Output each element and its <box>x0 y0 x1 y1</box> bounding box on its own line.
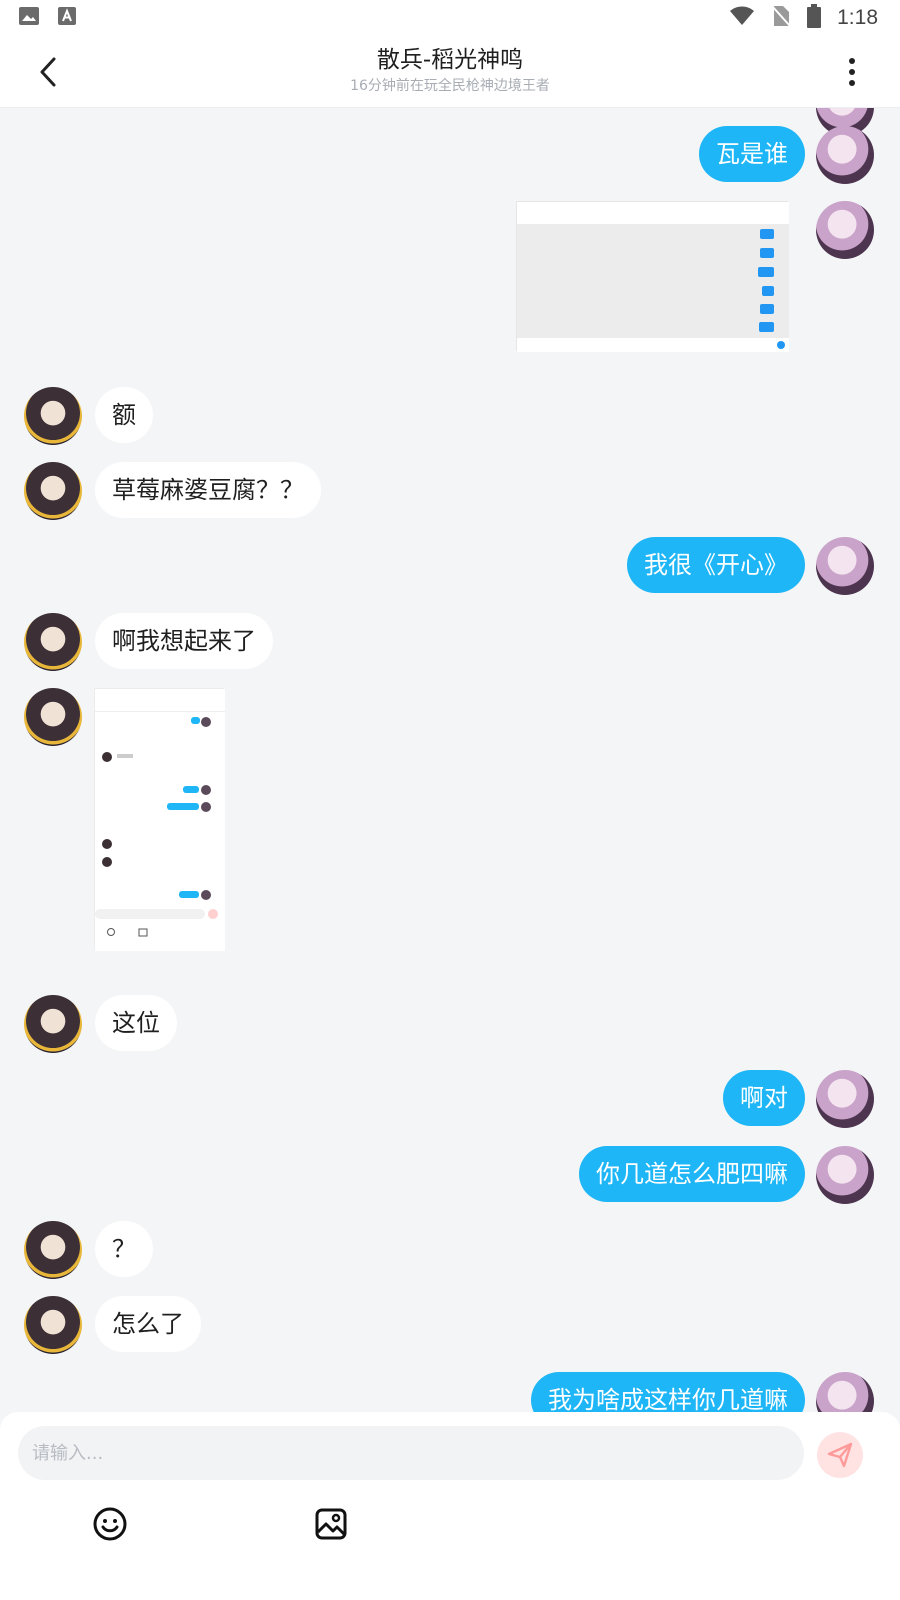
avatar[interactable] <box>816 1070 874 1128</box>
image-icon <box>18 5 40 31</box>
message-bubble-sent[interactable]: 你几道怎么肥四嘛 <box>579 1146 805 1202</box>
message-composer <box>0 1412 900 1600</box>
image-picker-icon <box>315 1508 347 1540</box>
avatar[interactable] <box>24 1296 82 1354</box>
message-list[interactable]: 瓦是谁 额 草莓麻婆豆腐？？ 我很《开心》 啊我想起来了 这位 啊对 你几道怎么… <box>0 108 900 1442</box>
avatar[interactable] <box>24 387 82 445</box>
message-bubble-received[interactable]: 怎么了 <box>95 1296 201 1352</box>
avatar[interactable] <box>816 537 874 595</box>
message-bubble-sent[interactable]: 啊对 <box>723 1070 805 1126</box>
avatar[interactable] <box>24 462 82 520</box>
screenshot-thumbnail <box>95 689 225 951</box>
page-title: 散兵-稻光神鸣 <box>376 47 524 73</box>
message-bubble-received[interactable]: 额 <box>95 387 153 443</box>
page-subtitle: 16分钟前在玩全民枪神边境王者 <box>350 78 550 94</box>
more-options-button[interactable] <box>832 52 872 92</box>
message-bubble-received[interactable]: 啊我想起来了 <box>95 613 273 669</box>
status-bar-left <box>18 5 78 31</box>
screenshot-thumbnail <box>517 202 789 352</box>
message-bubble-received[interactable]: ？ <box>95 1221 153 1277</box>
status-bar: 1:18 <box>0 0 900 36</box>
avatar[interactable] <box>816 1146 874 1204</box>
message-image-sent[interactable] <box>516 201 789 352</box>
message-bubble-received[interactable]: 这位 <box>95 995 177 1051</box>
battery-icon <box>807 4 822 32</box>
emoji-icon <box>93 1507 127 1541</box>
avatar[interactable] <box>816 201 874 259</box>
emoji-button[interactable] <box>90 1504 130 1544</box>
message-bubble-sent[interactable]: 瓦是谁 <box>699 126 805 182</box>
avatar[interactable] <box>24 613 82 671</box>
avatar[interactable] <box>24 1221 82 1279</box>
message-image-received[interactable] <box>94 688 225 951</box>
status-time: 1:18 <box>837 6 878 29</box>
avatar[interactable] <box>24 995 82 1053</box>
send-button[interactable] <box>817 1432 863 1478</box>
no-sim-icon <box>771 4 791 32</box>
header-title-group: 散兵-稻光神鸣 16分钟前在玩全民枪神边境王者 <box>0 44 900 96</box>
avatar[interactable] <box>24 688 82 746</box>
wifi-icon <box>729 5 755 31</box>
image-picker-button[interactable] <box>311 1504 351 1544</box>
more-vertical-icon <box>849 58 855 86</box>
avatar[interactable] <box>816 126 874 184</box>
status-bar-right: 1:18 <box>729 4 878 32</box>
text-a-icon <box>56 5 78 31</box>
message-bubble-received[interactable]: 草莓麻婆豆腐？？ <box>95 462 321 518</box>
message-bubble-sent[interactable]: 我很《开心》 <box>627 537 805 593</box>
message-input[interactable] <box>18 1426 804 1480</box>
chat-header: 散兵-稻光神鸣 16分钟前在玩全民枪神边境王者 <box>0 36 900 108</box>
send-icon <box>827 1442 853 1468</box>
